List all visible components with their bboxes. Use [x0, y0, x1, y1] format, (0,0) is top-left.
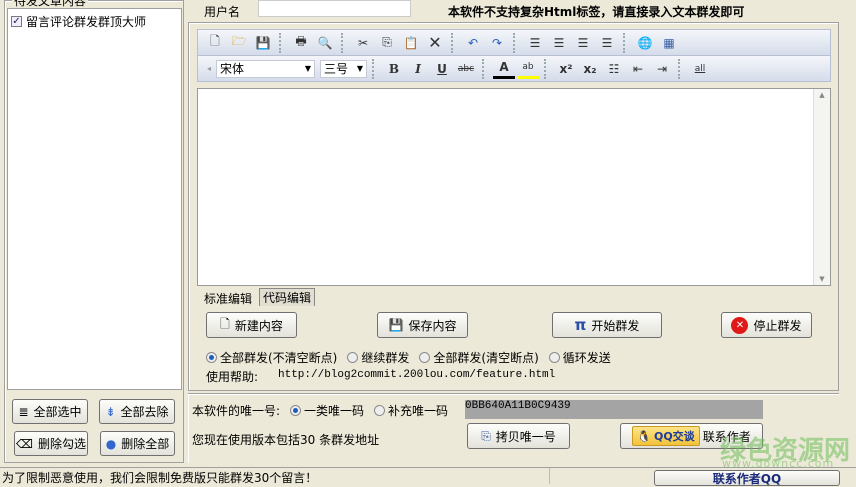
- justify-icon[interactable]: ☰: [524, 33, 546, 53]
- font-select[interactable]: 宋体 ▼: [216, 59, 315, 78]
- toolbar-row-1: 🗋 🗁 💾 🖶 🔍 ✂ ⎘ 📋 ✕ ↶ ↷ ☰ ☰ ☰ ☰ 🌐 ▦: [197, 29, 831, 56]
- chevron-left-icon: ◂: [206, 64, 211, 73]
- save-icon: 💾: [388, 318, 404, 332]
- delete-all-button[interactable]: ● 删除全部: [100, 431, 175, 456]
- indent-icon[interactable]: ⇥: [651, 59, 673, 79]
- file-icon: 🗋: [220, 316, 230, 331]
- article-list[interactable]: ✓ 留言评论群发群顶大师: [7, 8, 182, 390]
- unique-label: 本软件的唯一号:: [192, 404, 281, 418]
- open-folder-icon[interactable]: 🗁: [228, 33, 250, 53]
- superscript-icon[interactable]: x²: [555, 59, 577, 79]
- status-message: 为了限制恶意使用，我们会限制免费版只能群发30个留言！: [2, 471, 318, 485]
- chevron-down-icon: ▼: [304, 64, 311, 73]
- print-icon[interactable]: 🖶: [290, 33, 312, 53]
- new-content-button[interactable]: 🗋 新建内容: [206, 312, 297, 338]
- remove-all-button[interactable]: ⇟ 全部去除: [99, 399, 175, 424]
- penguin-icon: 🐧: [637, 429, 651, 443]
- copy-icon: ⎘: [481, 428, 491, 443]
- status-divider: [549, 468, 550, 484]
- select-icon: ≣: [18, 404, 29, 419]
- stop-button[interactable]: ✕ 停止群发: [721, 312, 812, 338]
- checkbox-icon[interactable]: ✓: [11, 16, 22, 27]
- ordered-list-icon[interactable]: ☷: [603, 59, 625, 79]
- new-file-icon[interactable]: 🗋: [204, 33, 226, 53]
- username-label: 用户名: [204, 5, 241, 19]
- unique-radio-group: 一类唯一码 补充唯一码: [290, 402, 458, 419]
- unique-radio[interactable]: 一类唯一码: [290, 402, 364, 419]
- cut-icon[interactable]: ✂: [352, 33, 374, 53]
- outdent-icon[interactable]: ⇤: [627, 59, 649, 79]
- pi-icon: π: [574, 316, 587, 334]
- unique-code-field[interactable]: 0BB640A11B0C9439: [465, 400, 763, 419]
- delete-checked-button[interactable]: ⌫ 删除勾选: [14, 431, 88, 456]
- editor-scrollbar[interactable]: ▲ ▼: [813, 89, 830, 285]
- subscript-icon[interactable]: x₂: [579, 59, 601, 79]
- italic-icon[interactable]: I: [407, 59, 429, 79]
- list-item-label: 留言评论群发群顶大师: [26, 15, 147, 29]
- help-label: 使用帮助:: [206, 370, 259, 384]
- delete-icon[interactable]: ✕: [424, 33, 446, 53]
- tab-code[interactable]: 代码编辑: [259, 288, 316, 306]
- eraser-icon: ⌫: [16, 436, 33, 451]
- align-right-icon[interactable]: ☰: [596, 33, 618, 53]
- mode-radio[interactable]: 循环发送: [548, 349, 611, 366]
- link-icon[interactable]: 🌐: [634, 33, 656, 53]
- tab-standard[interactable]: 标准编辑: [200, 289, 257, 308]
- copy-unique-button[interactable]: ⎘ 拷贝唯一号: [467, 423, 570, 449]
- mode-radio-group: 全部群发(不清空断点) 继续群发 全部群发(清空断点) 循环发送: [206, 349, 621, 366]
- stop-icon: ✕: [731, 316, 749, 334]
- notice-text: 本软件不支持复杂Html标签，请直接录入文本群发即可: [448, 5, 745, 19]
- save-icon[interactable]: 💾: [252, 33, 274, 53]
- start-button[interactable]: π 开始群发: [552, 312, 662, 338]
- table-icon[interactable]: ▦: [658, 33, 680, 53]
- dot-icon: ●: [105, 436, 117, 451]
- copy-icon[interactable]: ⎘: [376, 33, 398, 53]
- redo-icon[interactable]: ↷: [486, 33, 508, 53]
- version-text: 您现在使用版本包括30 条群发地址: [192, 433, 380, 447]
- highlight-icon[interactable]: ab: [517, 59, 539, 79]
- underline-icon[interactable]: U: [431, 59, 453, 79]
- qq-badge: 🐧 QQ交谈: [632, 426, 700, 446]
- align-left-icon[interactable]: ☰: [548, 33, 570, 53]
- mode-radio[interactable]: 全部群发(清空断点): [419, 349, 539, 366]
- remove-icon: ⇟: [105, 404, 116, 419]
- unique-radio[interactable]: 补充唯一码: [374, 402, 448, 419]
- mode-radio[interactable]: 全部群发(不清空断点): [206, 349, 337, 366]
- strikethrough-icon[interactable]: abc: [455, 59, 477, 79]
- username-input[interactable]: [258, 0, 411, 17]
- undo-icon[interactable]: ↶: [462, 33, 484, 53]
- align-center-icon[interactable]: ☰: [572, 33, 594, 53]
- editor-textarea[interactable]: [197, 88, 831, 286]
- select-all-button[interactable]: ≣ 全部选中: [12, 399, 88, 424]
- font-color-icon[interactable]: A: [493, 59, 515, 79]
- mode-radio[interactable]: 继续群发: [347, 349, 409, 366]
- chevron-down-icon: ▼: [356, 64, 363, 73]
- preview-icon[interactable]: 🔍: [314, 33, 336, 53]
- paste-icon[interactable]: 📋: [400, 33, 422, 53]
- bold-icon[interactable]: B: [383, 59, 405, 79]
- toolbar-row-2: ◂ 宋体 ▼ 三号 ▼ B I Uabc Aab x² x₂ ☷ ⇤ ⇥ all: [197, 55, 831, 82]
- list-item[interactable]: ✓ 留言评论群发群顶大师: [8, 9, 181, 34]
- help-link[interactable]: http://blog2commit.200lou.com/feature.ht…: [278, 369, 555, 381]
- select-all-text-icon[interactable]: all: [689, 59, 711, 79]
- save-content-button[interactable]: 💾 保存内容: [377, 312, 468, 338]
- size-select[interactable]: 三号 ▼: [320, 59, 367, 78]
